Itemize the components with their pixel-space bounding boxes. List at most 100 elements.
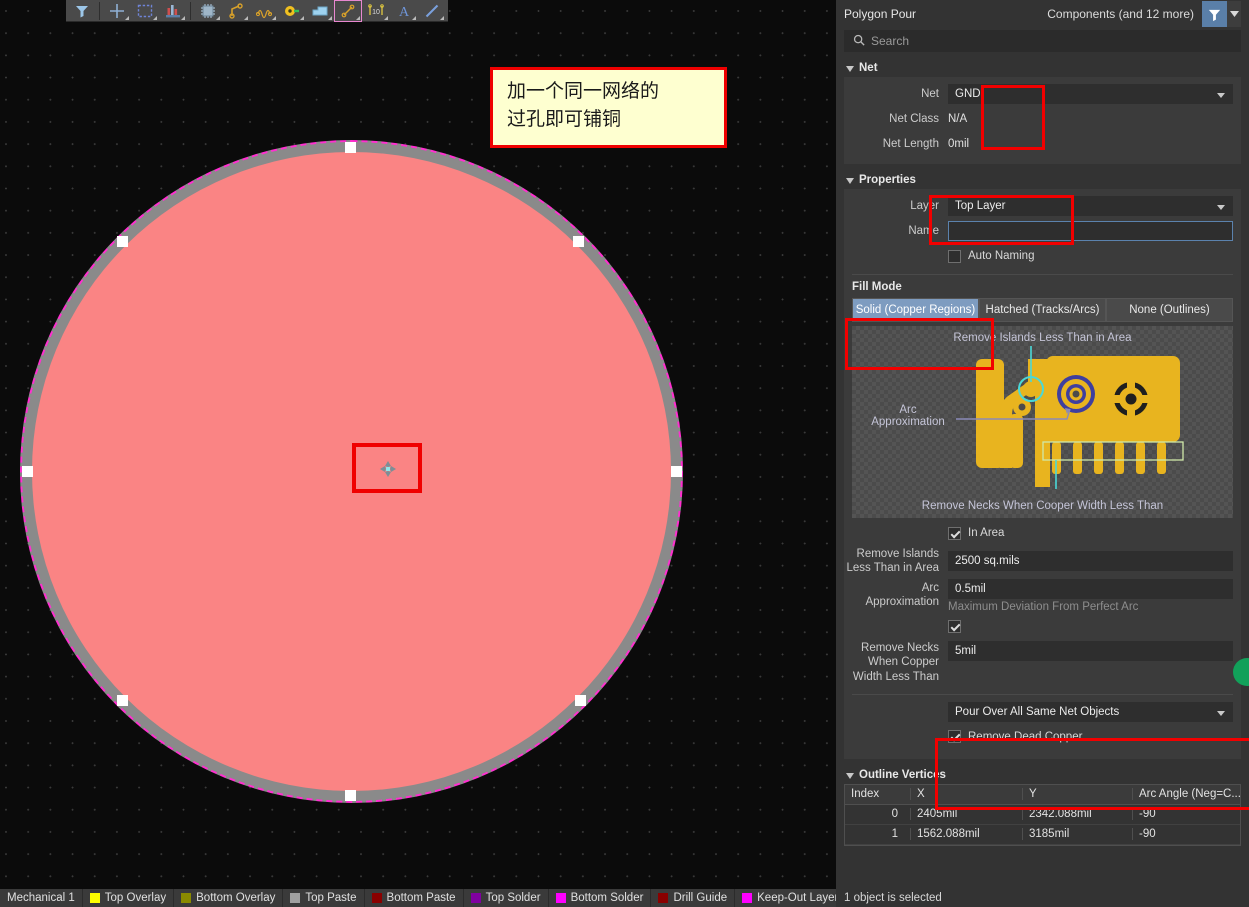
layer-tab-top-paste[interactable]: Top Paste <box>283 889 365 907</box>
polygon-pour-icon[interactable] <box>334 0 362 22</box>
cell-y: 3185mil <box>1023 828 1133 841</box>
pad-icon[interactable] <box>279 1 305 21</box>
fill-mode-button-group: Solid (Copper Regions) Hatched (Tracks/A… <box>844 298 1241 322</box>
marquee-select-icon[interactable] <box>132 1 158 21</box>
selection-handle-bottom-left[interactable] <box>117 695 128 706</box>
layer-tab-bottom-overlay[interactable]: Bottom Overlay <box>174 889 284 907</box>
selection-handle-top-right[interactable] <box>573 236 584 247</box>
net-label: Net <box>921 87 939 100</box>
in-area-row: In Area <box>844 522 1241 544</box>
layer-tab-label: Bottom Paste <box>386 892 456 904</box>
checkbox-box <box>948 620 961 634</box>
properties-panel: Polygon Pour Components (and 12 more) Se… <box>836 0 1249 907</box>
layer-label: Layer <box>910 199 939 212</box>
fill-mode-solid-button[interactable]: Solid (Copper Regions) <box>852 298 979 322</box>
dropdown-corner-marker <box>153 15 157 20</box>
cell-arc-angle: -90 <box>1139 808 1156 821</box>
selection-handle-left[interactable] <box>22 466 33 477</box>
properties-section-header[interactable]: Properties <box>836 170 1249 189</box>
column-header-y[interactable]: Y <box>1023 788 1133 801</box>
note-line-1: 加一个同一网络的 <box>507 80 660 102</box>
layer-tab-label: Top Paste <box>305 892 357 904</box>
outline-vertices-section-header[interactable]: Outline Vertices <box>836 765 1249 784</box>
annotation-note: 加一个同一网络的 过孔即可铺铜 <box>490 67 727 148</box>
arc-approximation-value: 0.5mil <box>955 582 986 595</box>
layer-color-swatch <box>371 893 382 903</box>
auto-naming-checkbox[interactable]: Auto Naming <box>948 249 1233 263</box>
layer-tab-mechanical-1[interactable]: Mechanical 1 <box>0 889 83 907</box>
fill-mode-hatched-button[interactable]: Hatched (Tracks/Arcs) <box>979 298 1106 322</box>
toolbar-divider <box>99 1 100 20</box>
pour-over-dropdown[interactable]: Pour Over All Same Net Objects <box>948 701 1233 722</box>
net-section-body: Net GND Net Class N/A Net Length 0mil <box>844 77 1241 164</box>
column-header-index[interactable]: Index <box>845 788 911 801</box>
svg-text:A: A <box>399 5 410 19</box>
table-row[interactable]: 0 2405mil 2342.088mil -90 <box>845 805 1240 825</box>
layer-color-swatch <box>290 893 301 903</box>
in-area-checkbox[interactable]: In Area <box>948 526 1233 540</box>
layer-dropdown[interactable]: Top Layer <box>948 196 1233 216</box>
remove-dead-copper-checkbox[interactable]: Remove Dead Copper <box>948 730 1233 744</box>
layer-tab-top-overlay[interactable]: Top Overlay <box>83 889 175 907</box>
auto-naming-label: Auto Naming <box>968 250 1035 262</box>
column-header-arc-angle[interactable]: Arc Angle (Neg=C... <box>1133 788 1240 800</box>
arc-approximation-row: Arc Approximation 0.5mil Maximum Deviati… <box>844 578 1241 613</box>
layer-tab-label: Top Solder <box>485 892 541 904</box>
layer-color-swatch <box>555 893 566 903</box>
dropdown-corner-marker <box>412 15 416 20</box>
arc-approximation-label: Arc Approximation <box>844 579 948 610</box>
svg-text:10: 10 <box>372 9 380 16</box>
pcb-canvas[interactable]: 加一个同一网络的 过孔即可铺铜 10 A <box>0 0 836 889</box>
text-string-icon[interactable]: A <box>391 1 417 21</box>
layer-tab-bottom-paste[interactable]: Bottom Paste <box>365 889 464 907</box>
differential-pair-icon[interactable] <box>251 1 277 21</box>
net-dropdown[interactable]: GND <box>948 84 1233 104</box>
name-input[interactable] <box>948 221 1233 241</box>
column-header-x[interactable]: X <box>911 788 1023 801</box>
remove-islands-label-line1: Remove Islands <box>856 548 939 560</box>
remove-islands-input[interactable]: 2500 sq.mils <box>948 551 1233 572</box>
crosshair-icon[interactable] <box>104 1 130 21</box>
filter-funnel-icon[interactable] <box>1202 1 1227 27</box>
properties-section-title: Properties <box>859 174 916 186</box>
net-length-label: Net Length <box>882 137 939 150</box>
net-length-row: Net Length 0mil <box>844 133 1241 155</box>
fill-mode-none-button[interactable]: None (Outlines) <box>1106 298 1233 322</box>
table-row[interactable]: 1 1562.088mil 3185mil -90 <box>845 825 1240 845</box>
outline-vertices-table[interactable]: Index X Y Arc Angle (Neg=C... 0 2405mil … <box>844 783 1241 846</box>
remove-necks-input[interactable]: 5mil <box>948 640 1233 661</box>
net-class-label: Net Class <box>889 112 939 125</box>
remove-islands-label-line2: Less Than in Area <box>846 562 940 575</box>
layer-tab-bottom-solder[interactable]: Bottom Solder <box>549 889 652 907</box>
filter-funnel-icon[interactable] <box>69 1 95 21</box>
selection-handle-bottom[interactable] <box>345 790 356 801</box>
selection-handle-right[interactable] <box>671 466 682 477</box>
component-chip-icon[interactable] <box>195 1 221 21</box>
net-class-row: Net Class N/A <box>844 108 1241 130</box>
dimension-icon[interactable]: 10 <box>363 1 389 21</box>
filter-dropdown-chevron-down-icon[interactable] <box>1227 1 1241 27</box>
fill-region-icon[interactable] <box>307 1 333 21</box>
checkbox-box <box>948 526 961 540</box>
selection-handle-top[interactable] <box>345 142 356 153</box>
search-input[interactable]: Search <box>844 30 1241 52</box>
status-bar: 1 object is selected <box>836 889 1249 907</box>
bar-chart-icon[interactable] <box>160 1 186 21</box>
section-divider <box>852 274 1233 275</box>
net-section-header[interactable]: Net <box>836 58 1249 77</box>
layer-tab-bar[interactable]: Mechanical 1 Top Overlay Bottom Overlay … <box>0 889 836 907</box>
remove-necks-checkbox[interactable] <box>948 620 1233 634</box>
route-track-icon[interactable] <box>223 1 249 21</box>
net-length-value: 0mil <box>948 138 970 150</box>
selection-handle-bottom-right[interactable] <box>575 695 586 706</box>
layer-value: Top Layer <box>955 200 1006 212</box>
remove-islands-label: Remove Islands Less Than in Area <box>844 547 948 576</box>
arc-approximation-input[interactable]: 0.5mil <box>948 578 1233 599</box>
line-icon[interactable] <box>419 1 445 21</box>
layer-tab-keep-out-layer[interactable]: Keep-Out Layer <box>735 889 836 907</box>
collapse-triangle-icon <box>846 178 854 184</box>
layer-tab-drill-guide[interactable]: Drill Guide <box>651 889 736 907</box>
layer-row: Layer Top Layer <box>844 195 1241 217</box>
selection-handle-top-left[interactable] <box>117 236 128 247</box>
layer-tab-top-solder[interactable]: Top Solder <box>464 889 549 907</box>
